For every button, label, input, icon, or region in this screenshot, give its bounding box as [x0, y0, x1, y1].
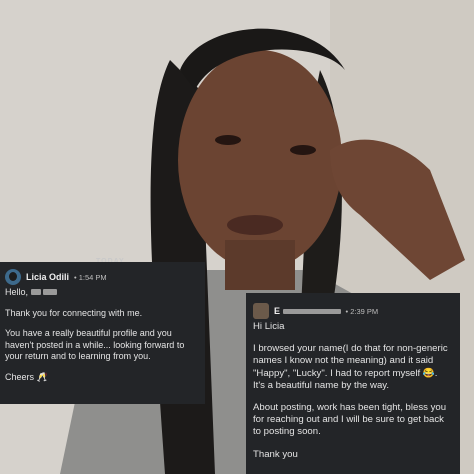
redacted-bar — [282, 309, 341, 315]
message-paragraph: About posting, work has been tight, bles… — [253, 402, 447, 438]
greeting: Hi Licia — [253, 321, 285, 332]
message-header: Licia Odili • 1:54 PM — [5, 267, 199, 287]
message-card-1: Licia Odili • 1:54 PM Hello, Thank you f… — [0, 262, 205, 404]
message-paragraph: Thank you — [253, 448, 298, 460]
redacted-bar — [43, 289, 58, 295]
message-paragraph: Cheers 🥂 — [5, 371, 48, 382]
greeting: Hello, — [5, 287, 199, 299]
message-header: E • 2:39 PM — [253, 301, 452, 321]
message-paragraph: Thank you for connecting with me. — [5, 307, 143, 318]
message-paragraph: You have a really beautiful profile and … — [5, 328, 185, 361]
message-card-2: E • 2:39 PM Hi Licia I browsed your name… — [246, 293, 460, 474]
message-time: • 2:39 PM — [345, 306, 379, 316]
redacted-bar — [30, 289, 41, 295]
message-paragraph: I browsed your name(I do that for non-ge… — [253, 343, 448, 391]
sender-name[interactable]: Licia Odili — [26, 272, 69, 282]
avatar[interactable] — [253, 303, 269, 319]
message-time: • 1:54 PM — [74, 272, 107, 282]
sender-name[interactable]: E — [274, 306, 341, 316]
avatar[interactable] — [5, 269, 21, 285]
